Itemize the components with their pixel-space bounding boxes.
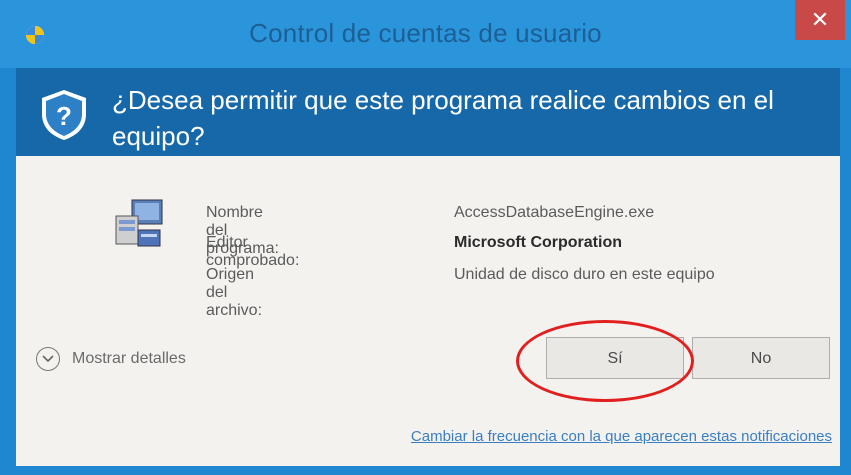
program-installer-icon bbox=[115, 199, 163, 247]
window-title: Control de cuentas de usuario bbox=[249, 18, 602, 48]
no-button[interactable]: No bbox=[692, 337, 830, 379]
shield-question-icon: ? bbox=[42, 90, 86, 140]
publisher-label: Editor comprobado: bbox=[206, 234, 300, 269]
file-origin-value: Unidad de disco duro en este equipo bbox=[454, 266, 715, 283]
program-name-value: AccessDatabaseEngine.exe bbox=[454, 204, 655, 221]
dialog-content: Nombre del programa: AccessDatabaseEngin… bbox=[16, 156, 840, 466]
uac-dialog: Control de cuentas de usuario ✕ ? ¿Desea… bbox=[0, 0, 851, 475]
question-header: ? ¿Desea permitir que este programa real… bbox=[16, 68, 840, 156]
show-details-label: Mostrar detalles bbox=[72, 350, 186, 367]
question-text: ¿Desea permitir que este programa realic… bbox=[112, 85, 774, 151]
notification-settings-link[interactable]: Cambiar la frecuencia con la que aparece… bbox=[411, 428, 832, 445]
close-button[interactable]: ✕ bbox=[795, 0, 845, 40]
svg-text:?: ? bbox=[56, 101, 72, 131]
show-details-toggle[interactable]: Mostrar detalles bbox=[36, 344, 186, 374]
title-bar: Control de cuentas de usuario ✕ bbox=[0, 0, 851, 68]
file-origin-label: Origen del archivo: bbox=[206, 266, 263, 319]
close-icon: ✕ bbox=[810, 7, 830, 32]
yes-button[interactable]: Sí bbox=[546, 337, 684, 379]
publisher-value: Microsoft Corporation bbox=[454, 234, 622, 251]
chevron-down-icon bbox=[36, 347, 60, 371]
